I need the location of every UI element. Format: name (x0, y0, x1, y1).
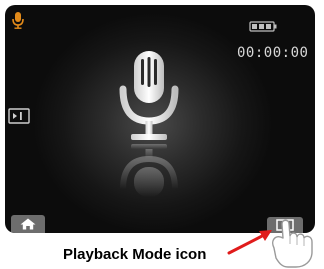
video-mode-icon (8, 108, 30, 124)
microphone-status-icon (12, 12, 24, 29)
annotation-caption: Playback Mode icon (63, 246, 207, 263)
battery-icon (249, 21, 277, 32)
home-icon (20, 218, 36, 230)
home-button[interactable] (11, 215, 45, 233)
camera-screen: 00:00:00 (5, 5, 315, 233)
pointing-hand-icon (272, 219, 313, 268)
microphone-icon (119, 51, 179, 197)
recording-timer: 00:00:00 (237, 45, 309, 61)
